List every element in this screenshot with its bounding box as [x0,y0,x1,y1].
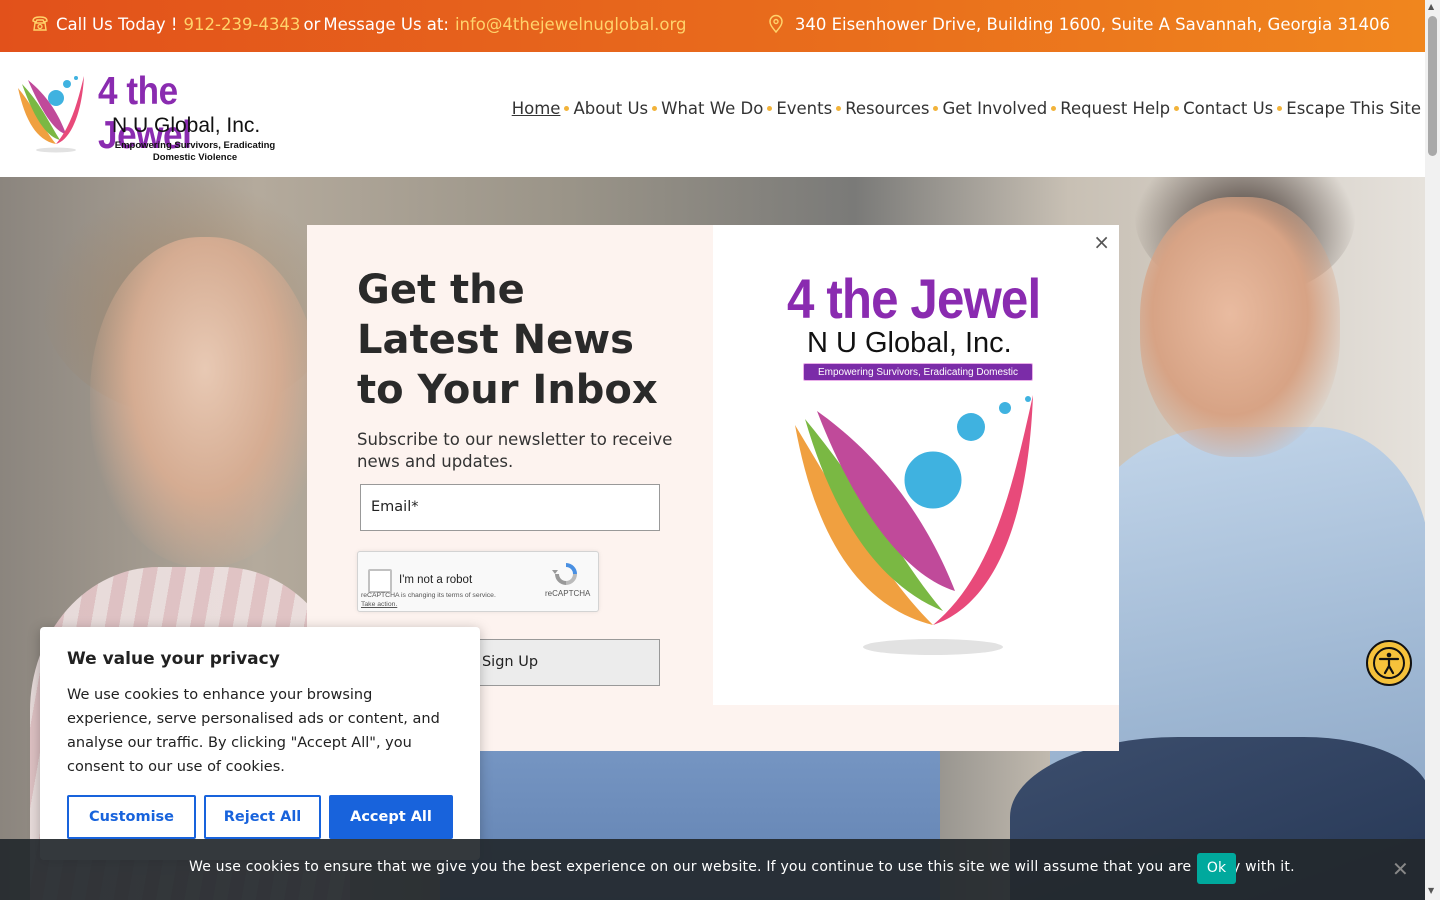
page-scrollbar[interactable]: ▲ ▼ [1425,0,1440,900]
popup-subtitle: Subscribe to our newsletter to receive n… [357,430,673,471]
nav-separator [564,106,570,111]
nav-contact-us[interactable]: Contact Us [1183,99,1273,118]
nav-about-us[interactable]: About Us [573,99,648,118]
email-link[interactable]: info@4thejewelnuglobal.org [455,15,687,34]
main-nav: Home About Us What We Do Events Resource… [512,99,1421,118]
captcha-checkbox[interactable] [368,569,392,593]
nav-separator [1051,106,1057,111]
popup-logo-subtitle: N U Global, Inc. [807,327,1012,359]
logo-subtitle: N U Global, Inc. [112,114,261,137]
captcha-take-action-link[interactable]: Take action. [361,601,397,608]
logo-tagline: Empowering Survivors, Eradicating Domest… [114,140,276,163]
nav-separator [767,106,773,111]
captcha-label: I'm not a robot [399,574,473,586]
phone-icon [32,16,48,31]
captcha-notice: reCAPTCHA is changing its terms of servi… [361,592,496,599]
hero-photo-part [1140,197,1340,457]
ok-button[interactable]: Ok [1197,853,1236,884]
popup-title: Get the Latest News to Your Inbox [357,267,658,413]
captcha-brand: reCAPTCHA [545,589,591,598]
nav-separator [933,106,939,111]
popup-logo-panel: 4 the Jewel N U Global, Inc. Empowering … [713,225,1119,705]
accessibility-button[interactable] [1366,640,1412,686]
address-text: 340 Eisenhower Drive, Building 1600, Sui… [794,14,1390,34]
customise-button[interactable]: Customise [67,795,196,839]
cookie-notice-bar: We use cookies to ensure that we give yo… [0,839,1425,900]
scrollbar-thumb[interactable] [1428,16,1437,156]
contact-info: Call Us Today ! 912-239-4343 or Message … [30,14,687,34]
consent-title: We value your privacy [67,649,280,669]
cookie-consent-dialog: We value your privacy We use cookies to … [40,627,480,860]
nav-separator [652,106,658,111]
message-us-label: Message Us at: [323,14,449,34]
nav-separator [836,106,842,111]
nav-separator [1277,106,1283,111]
nav-request-help[interactable]: Request Help [1060,99,1170,118]
scroll-down-icon[interactable]: ▼ [1428,886,1434,895]
address-info: 340 Eisenhower Drive, Building 1600, Sui… [767,14,1390,34]
close-icon[interactable]: × [1093,230,1110,254]
site-logo[interactable]: 4 the Jewel N U Global, Inc. Empowering … [14,70,294,165]
accessibility-icon [1373,647,1405,679]
nav-home[interactable]: Home [512,99,561,118]
site-header: 4 the Jewel N U Global, Inc. Empowering … [0,52,1425,177]
top-contact-bar: Call Us Today ! 912-239-4343 or Message … [0,0,1425,52]
popup-logo-title: 4 the Jewel [787,267,1041,330]
hero-photo-part [90,237,320,567]
email-field[interactable]: Email* [360,484,660,531]
nav-escape-this-site[interactable]: Escape This Site [1286,99,1421,118]
recaptcha-icon [552,563,577,585]
location-pin-icon [769,14,783,34]
nav-events[interactable]: Events [776,99,832,118]
nav-separator [1174,106,1180,111]
or-label: or [303,14,321,34]
popup-logo-tagline: Empowering Survivors, Eradicating Domest… [803,363,1033,396]
nav-get-involved[interactable]: Get Involved [942,99,1047,118]
captcha-terms: reCAPTCHA is changing its terms of servi… [361,592,496,609]
phone-link[interactable]: 912-239-4343 [184,15,301,34]
call-us-label: Call Us Today ! [56,14,178,34]
scroll-up-icon[interactable]: ▲ [1428,2,1434,11]
consent-body: We use cookies to enhance your browsing … [67,687,440,775]
logo-mark-icon [18,76,84,153]
nav-what-we-do[interactable]: What We Do [661,99,763,118]
close-icon[interactable]: ✕ [1392,857,1409,881]
reject-all-button[interactable]: Reject All [204,795,321,839]
logo-mark-icon [795,395,1033,655]
nav-resources[interactable]: Resources [845,99,929,118]
cookie-notice-text: We use cookies to ensure that we give yo… [189,859,1295,875]
recaptcha-widget: I'm not a robot reCAPTCHA is changing it… [357,551,599,612]
accept-all-button[interactable]: Accept All [329,795,453,839]
